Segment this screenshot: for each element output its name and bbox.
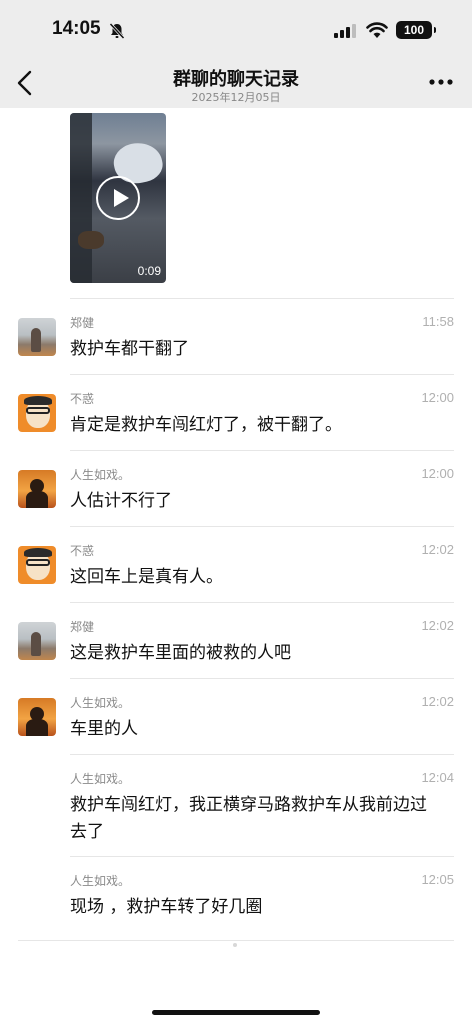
scroll-indicator (233, 943, 237, 947)
message-time: 11:58 (422, 314, 454, 329)
sender-name: 郑健 (70, 316, 95, 330)
bell-off-icon (109, 22, 125, 40)
video-frame-shoe (78, 231, 104, 249)
message-time: 12:04 (421, 770, 454, 785)
buhuo-avatar[interactable] (18, 394, 56, 432)
message-text: 现场 ，救护车转了好几圈 (70, 897, 263, 917)
message-text: 这是救护车里面的被救的人吧 (70, 643, 291, 663)
sender-name: 人生如戏。 (70, 874, 131, 888)
avatar-hair (24, 548, 52, 557)
message-time: 12:02 (421, 542, 454, 557)
divider (70, 678, 454, 679)
video-thumbnail[interactable]: 0:09 (70, 113, 166, 283)
more-options-button[interactable] (428, 78, 454, 86)
video-duration: 0:09 (137, 264, 161, 278)
message-item[interactable]: 人生如戏。 12:02 车里的人 (0, 694, 472, 744)
message-time: 12:00 (421, 390, 454, 405)
sender-name: 人生如戏。 (70, 468, 131, 482)
message-time: 12:02 (421, 618, 454, 633)
message-time: 12:00 (421, 466, 454, 481)
message-text: 救护车闯红灯，我正横穿马路救护车从我前边过去了 (70, 795, 427, 842)
message-item[interactable]: 不惑 12:00 肯定是救护车闯红灯了，被干翻了。 (0, 390, 472, 440)
message-text: 肯定是救护车闯红灯了，被干翻了。 (70, 415, 342, 435)
cellular-signal-icon (334, 24, 356, 38)
sender-name: 不惑 (70, 544, 95, 558)
message-text: 救护车都干翻了 (70, 339, 189, 359)
wifi-icon (366, 22, 388, 38)
message-time: 12:05 (421, 872, 454, 887)
zhengjian-avatar[interactable] (18, 622, 56, 660)
divider (70, 526, 454, 527)
video-frame-figure (70, 113, 92, 283)
message-text: 这回车上是真有人。 (70, 567, 223, 587)
avatar-glasses (26, 559, 50, 566)
message-time: 12:02 (421, 694, 454, 709)
status-time: 14:05 (52, 18, 101, 39)
divider (70, 374, 454, 375)
sender-name: 人生如戏。 (70, 772, 131, 786)
divider (70, 754, 454, 755)
message-item[interactable]: 人生如戏。 12:04 救护车闯红灯，我正横穿马路救护车从我前边过去了 (0, 770, 472, 844)
sender-name: 郑健 (70, 620, 95, 634)
zhengjian-avatar[interactable] (18, 318, 56, 356)
sender-name: 不惑 (70, 392, 95, 406)
play-icon[interactable] (96, 176, 140, 220)
nav-bar: 群聊的聊天记录 2025年12月05日 (0, 58, 472, 108)
message-item[interactable]: 郑健 12:02 这是救护车里面的被救的人吧 (0, 618, 472, 668)
status-bar: 14:05 100 (0, 0, 472, 58)
divider (70, 602, 454, 603)
message-item[interactable]: 不惑 12:02 这回车上是真有人。 (0, 542, 472, 592)
message-text: 车里的人 (70, 719, 138, 739)
avatar-glasses (26, 407, 50, 414)
sender-name: 人生如戏。 (70, 696, 131, 710)
message-item[interactable]: 郑健 11:58 救护车都干翻了 (0, 314, 472, 364)
buhuo-avatar[interactable] (18, 546, 56, 584)
divider (70, 856, 454, 857)
renshengruxi-avatar[interactable] (18, 470, 56, 508)
divider (18, 940, 454, 941)
page-subtitle-date: 2025年12月05日 (191, 91, 281, 104)
page-title: 群聊的聊天记录 (173, 69, 299, 90)
avatar-hair (24, 396, 52, 405)
divider (70, 298, 454, 299)
divider (70, 450, 454, 451)
message-text: 人估计不行了 (70, 491, 172, 511)
battery-indicator: 100 (396, 21, 436, 39)
home-indicator[interactable] (152, 1010, 320, 1015)
message-item[interactable]: 人生如戏。 12:00 人估计不行了 (0, 466, 472, 516)
message-item[interactable]: 人生如戏。 12:05 现场 ，救护车转了好几圈 (0, 872, 472, 922)
renshengruxi-avatar[interactable] (18, 698, 56, 736)
